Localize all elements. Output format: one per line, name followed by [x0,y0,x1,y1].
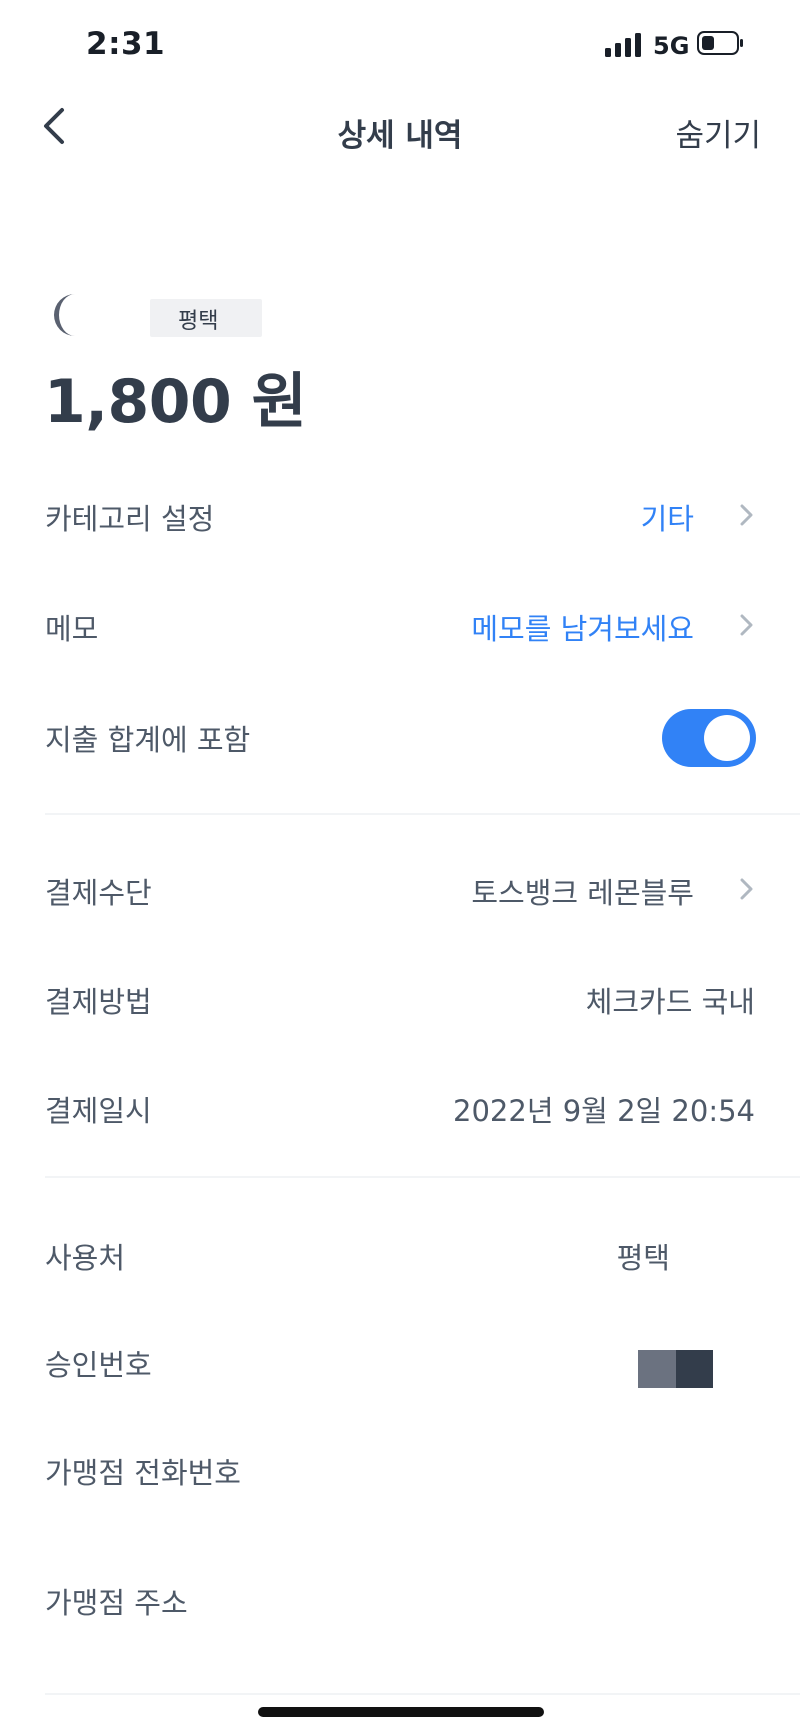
hide-button[interactable]: 숨기기 [675,110,761,155]
memo-input[interactable]: 메모를 남겨보세요 [471,606,694,648]
chevron-right-icon[interactable] [738,875,756,903]
payment-type-label: 결제방법 [45,985,152,1019]
network-label: 5G [653,32,690,60]
home-indicator [258,1707,544,1717]
payment-method-label: 결제수단 [45,876,152,910]
chevron-right-icon[interactable] [738,611,756,639]
merchant-value: 평택 [616,1241,670,1275]
merchant-address-label: 가맹점 주소 [45,1586,188,1620]
payment-date-value: 2022년 9월 2일 20:54 [453,1094,755,1128]
chevron-right-icon[interactable] [738,501,756,529]
battery-icon [697,31,743,55]
merchant-name: 평택 [178,309,219,334]
include-total-label: 지출 합계에 포함 [45,723,251,757]
category-value[interactable]: 기타 [641,496,694,538]
category-label: 카테고리 설정 [45,502,215,536]
divider [45,1176,800,1178]
merchant-logo [54,294,75,336]
approval-redaction [676,1350,713,1388]
signal-icon [605,33,641,57]
toggle-knob [704,715,750,761]
merchant-label: 사용처 [45,1241,126,1275]
payment-type-value: 체크카드 국내 [585,985,755,1019]
divider [45,813,800,815]
status-time: 2:31 [86,26,166,62]
include-total-toggle[interactable] [662,709,756,767]
memo-label: 메모 [45,612,99,646]
transaction-amount: 1,800 원 [44,367,307,437]
payment-date-label: 결제일시 [45,1094,152,1128]
divider [45,1693,800,1695]
payment-method-value[interactable]: 토스뱅크 레몬블루 [471,870,694,912]
approval-label: 승인번호 [45,1348,152,1382]
merchant-phone-label: 가맹점 전화번호 [45,1456,241,1490]
approval-redaction [638,1350,676,1388]
